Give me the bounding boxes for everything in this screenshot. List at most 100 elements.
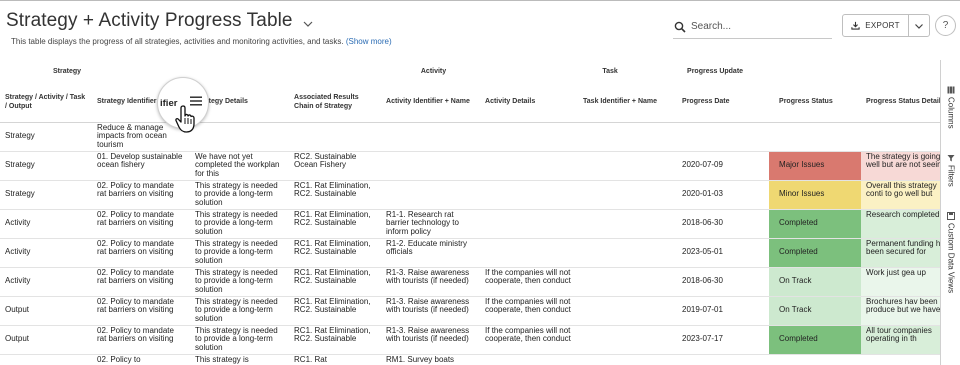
column-header[interactable]: Progress Status [769, 82, 862, 123]
cell-text [583, 297, 672, 324]
cell-text [583, 152, 672, 179]
cell-level: Strategy [0, 180, 92, 210]
cell-date [677, 122, 770, 152]
cell-results-chain: RC1. Rat [289, 354, 382, 365]
cell-text: This strategy is needed to provide a lon… [195, 180, 278, 207]
title-row[interactable]: Strategy + Activity Progress Table [6, 10, 313, 32]
column-header[interactable]: Activity Identifier + Name [381, 82, 481, 123]
table-row[interactable]: Activity 02. Policy to mandate rat barrie… [0, 267, 940, 297]
cell-status: Minor Issues [769, 180, 862, 210]
cell-date: 2018-06-30 [677, 267, 770, 297]
cell-strategy: 02. Policy to mandate rat barriers on vi… [92, 209, 190, 239]
hand-cursor-icon [175, 105, 195, 133]
export-button-group[interactable]: EXPORT [842, 14, 930, 37]
cell-task [578, 354, 678, 365]
table-row[interactable]: Output 02. Policy to mandate rat barriers… [0, 325, 940, 355]
group-header-strategy: Strategy [53, 67, 82, 75]
help-button[interactable]: ? [935, 15, 956, 36]
cell-text: This strategy is needed to provide a lon… [195, 209, 278, 236]
cell-text [583, 123, 672, 150]
table-row[interactable]: Strategy 01. Develop sustainable ocean fi… [0, 151, 940, 181]
cell-activity-details [480, 238, 579, 268]
columns-tab[interactable]: Columns [941, 86, 960, 129]
cell-status: Completed [769, 238, 862, 268]
cell-task [578, 151, 678, 181]
export-options-button[interactable] [909, 15, 929, 36]
cell-text: Output [5, 334, 30, 344]
column-header[interactable]: Progress Date [677, 82, 770, 123]
cell-status-details: The strategy is going well but are not s… [861, 151, 940, 181]
cell-text: 02. Policy to mandate rat barriers on vi… [97, 209, 174, 228]
cell-strategy-details [190, 122, 290, 152]
cell-date: 2023-05-01 [677, 238, 770, 268]
table-row[interactable]: Output 02. Policy to mandate rat barriers… [0, 296, 940, 326]
column-header[interactable]: Associated Results Chain of Strategy [289, 82, 382, 123]
cell-text: Major Issues [779, 160, 825, 170]
cell-date: 2019-07-01 [677, 296, 770, 326]
cell-text [485, 210, 573, 237]
cell-date [677, 354, 770, 365]
cell-level: Output [0, 296, 92, 326]
cell-text: 02. Policy to mandate rat barriers on vi… [97, 238, 174, 257]
cell-text: 02. Policy to mandate rat barriers on vi… [97, 325, 174, 344]
cell-task [578, 267, 678, 297]
cell-date: 2023-07-17 [677, 325, 770, 355]
cell-task [578, 180, 678, 210]
cell-activity-details [480, 354, 579, 365]
cell-text [294, 123, 376, 150]
cell-text: Completed [779, 218, 818, 228]
cell-text: 2020-01-03 [682, 189, 723, 199]
cell-results-chain: RC1. Rat Elimination, RC2. Sustainable [289, 180, 382, 210]
cell-activity-details: If the companies will not cooperate, the… [480, 267, 579, 297]
cell-text: We have not yet completed the workplan f… [195, 151, 280, 178]
table-row[interactable]: Activity 02. Policy to mandate rat barrie… [0, 209, 940, 239]
cell-text: The strategy is going well but are not s… [866, 151, 940, 170]
show-more-link[interactable]: (Show more) [346, 37, 392, 46]
table-row[interactable]: Activity 02. Policy to mandate rat barrie… [0, 238, 940, 268]
cell-text: R1-3. Raise awareness with tourists (if … [386, 296, 470, 315]
custom-data-views-tab[interactable]: Custom Data Views [941, 212, 960, 293]
cell-text: This strategy is needed to provide a lon… [195, 267, 278, 294]
filters-tab[interactable]: Filters [941, 154, 960, 187]
cell-status-details: Overall this strategy conti to go well b… [861, 180, 940, 210]
cell-text: RC1. Rat [294, 354, 327, 364]
chevron-down-icon [915, 23, 923, 29]
export-button[interactable]: EXPORT [843, 15, 909, 36]
cell-text: 2018-06-30 [682, 276, 723, 286]
cell-text [485, 123, 573, 150]
column-header[interactable]: Activity Details [480, 82, 579, 123]
cell-status-details [861, 354, 940, 365]
cell-text: 02. Policy to mandate rat barriers on vi… [97, 296, 174, 315]
cell-activity: R1-3. Raise awareness with tourists (if … [381, 325, 481, 355]
cell-text: Activity [5, 276, 31, 286]
cell-text: RC1. Rat Elimination, RC2. Sustainable [294, 296, 371, 315]
table-body: Strategy Reduce & manage impacts from oce… [0, 122, 940, 365]
column-header[interactable]: Strategy / Activity / Task / Output [0, 82, 92, 123]
cell-text: Strategy [5, 189, 35, 199]
cell-status: On Track [769, 296, 862, 326]
table-row[interactable]: 02. Policy to This strategy is RC1. Rat RM1… [0, 354, 940, 365]
cell-text: 2023-05-01 [682, 247, 723, 257]
column-group-row: Strategy Activity Task Progress Update [0, 60, 940, 82]
cell-activity-details: If the companies will not cooperate, the… [480, 325, 579, 355]
cell-strategy-details: This strategy is needed to provide a lon… [190, 267, 290, 297]
table-row[interactable]: Strategy 02. Policy to mandate rat barrie… [0, 180, 940, 210]
description-text: This table displays the progress of all … [11, 37, 344, 46]
cell-text: 01. Develop sustainable ocean fishery [97, 151, 183, 170]
cell-strategy-details: This strategy is needed to provide a lon… [190, 325, 290, 355]
group-header-progress-update: Progress Update [687, 67, 744, 75]
cell-text: RC1. Rat Elimination, RC2. Sustainable [294, 209, 371, 228]
search-input[interactable] [691, 21, 821, 32]
chevron-down-icon[interactable] [303, 16, 313, 27]
table-row[interactable]: Strategy Reduce & manage impacts from oce… [0, 122, 940, 152]
group-header-task: Task [602, 67, 618, 75]
cell-task [578, 209, 678, 239]
search-box[interactable] [673, 15, 832, 39]
cell-task [578, 122, 678, 152]
cell-text: 2018-06-30 [682, 218, 723, 228]
cell-text: RM1. Survey boats [386, 354, 455, 364]
column-header[interactable]: Progress Status Details [861, 82, 940, 123]
cell-status-details [861, 122, 940, 152]
column-header[interactable]: Task Identifier + Name [578, 82, 678, 123]
cell-text: 2019-07-01 [682, 305, 723, 315]
